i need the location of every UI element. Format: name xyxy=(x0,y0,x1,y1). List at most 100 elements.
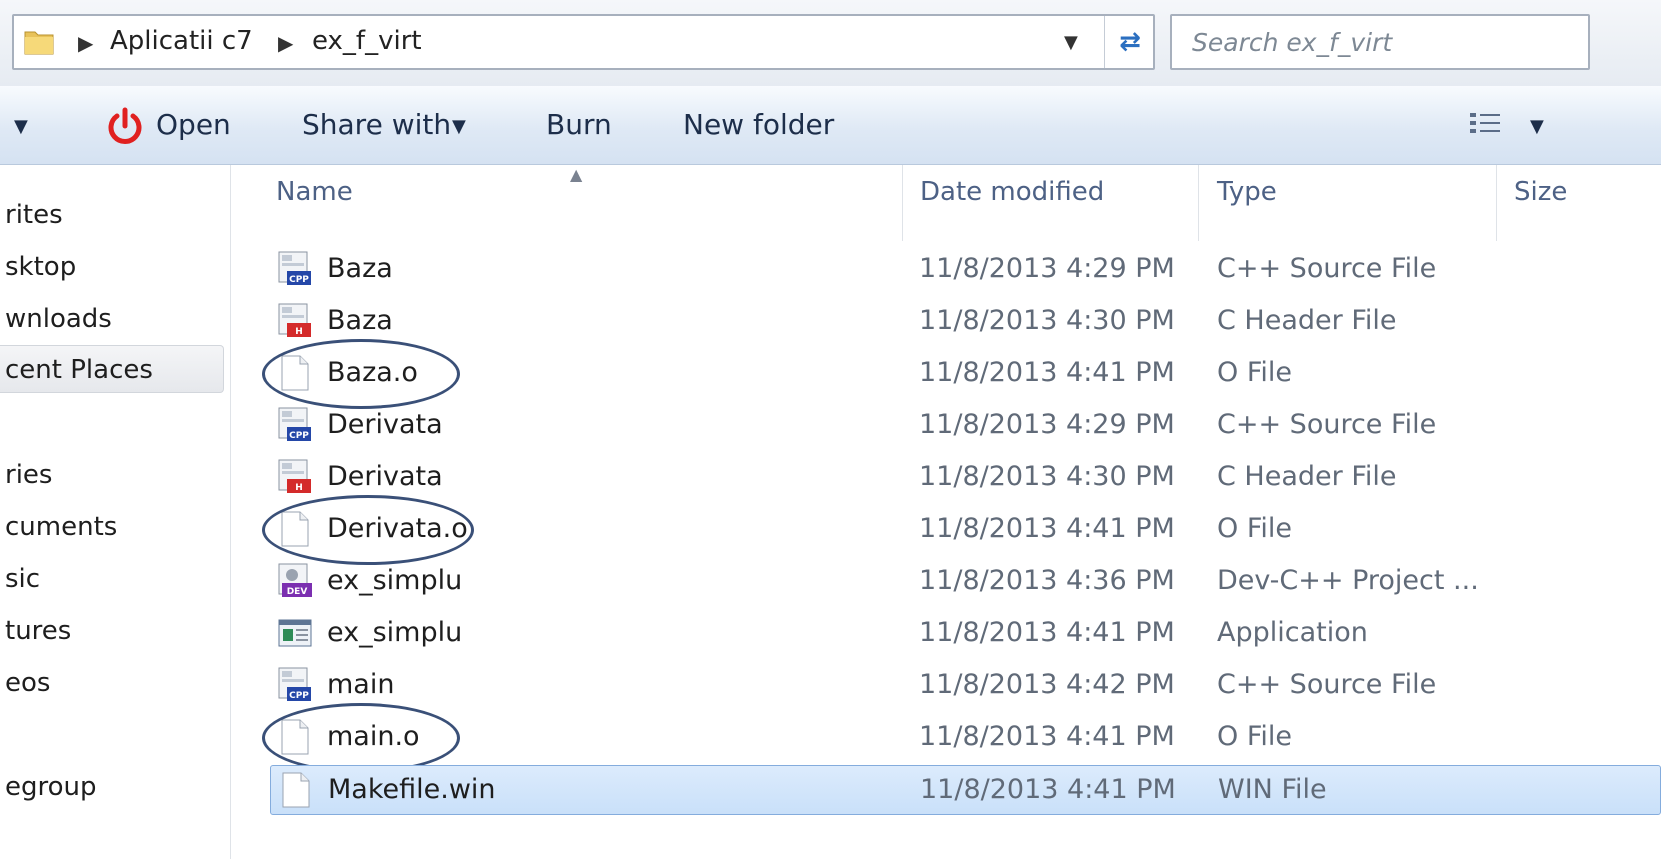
nav-item-label: sic xyxy=(5,564,41,594)
file-name[interactable]: main xyxy=(327,669,394,700)
file-type: Dev-C++ Project ... xyxy=(1217,565,1479,596)
column-header-type[interactable]: Type xyxy=(1217,177,1277,207)
file-type: O File xyxy=(1217,721,1293,752)
file-row[interactable]: Makefile.win 11/8/2013 4:41 PM WIN File xyxy=(270,765,1661,815)
file-date-modified: 11/8/2013 4:29 PM xyxy=(919,253,1175,284)
file-date-modified: 11/8/2013 4:41 PM xyxy=(919,357,1175,388)
column-header-date-modified[interactable]: Date modified xyxy=(920,177,1104,207)
view-details-icon[interactable] xyxy=(1468,110,1504,140)
power-icon xyxy=(108,107,142,144)
breadcrumb-arrow-icon[interactable]: ▶ xyxy=(278,31,293,55)
cpp-file-icon: CPP xyxy=(278,251,312,287)
nav-item-label: eos xyxy=(5,668,51,698)
cpp-file-icon: CPP xyxy=(278,407,312,443)
file-type: WIN File xyxy=(1218,774,1327,805)
nav-item-downloads[interactable]: wnloads xyxy=(0,295,224,343)
share-with-dropdown-icon[interactable]: ▼ xyxy=(452,116,466,137)
file-date-modified: 11/8/2013 4:41 PM xyxy=(919,513,1175,544)
file-name[interactable]: Derivata xyxy=(327,461,443,492)
file-row[interactable]: ex_simplu 11/8/2013 4:41 PM Application xyxy=(270,609,1661,659)
open-button[interactable]: Open xyxy=(156,108,231,141)
file-type: O File xyxy=(1217,357,1293,388)
address-bar-area: ▶ Aplicatii c7 ▶ ex_f_virt ▼ ⇄ Search ex… xyxy=(0,0,1661,86)
file-name[interactable]: ex_simplu xyxy=(327,617,462,648)
nav-item-recent-places[interactable]: cent Places xyxy=(0,345,224,393)
address-bar[interactable]: ▶ Aplicatii c7 ▶ ex_f_virt ▼ ⇄ xyxy=(12,14,1155,70)
file-name[interactable]: main.o xyxy=(327,721,420,752)
file-date-modified: 11/8/2013 4:41 PM xyxy=(919,721,1175,752)
file-date-modified: 11/8/2013 4:30 PM xyxy=(919,305,1175,336)
breadcrumb-ex-f-virt[interactable]: ex_f_virt xyxy=(312,26,422,56)
column-divider[interactable] xyxy=(1198,165,1199,241)
file-name[interactable]: Derivata xyxy=(327,409,443,440)
navigation-pane: rites sktop wnloads cent Places ries cum… xyxy=(0,165,231,859)
burn-button[interactable]: Burn xyxy=(546,108,612,141)
blank-file-icon xyxy=(278,511,312,547)
nav-item-label: sktop xyxy=(5,252,77,282)
share-with-button[interactable]: Share with xyxy=(302,108,451,141)
file-type: C Header File xyxy=(1217,461,1397,492)
file-name[interactable]: Baza.o xyxy=(327,357,418,388)
nav-item-label: cuments xyxy=(5,512,118,542)
file-name[interactable]: Baza xyxy=(327,253,393,284)
file-row[interactable]: Baza.o 11/8/2013 4:41 PM O File xyxy=(270,349,1661,399)
nav-item-favorites[interactable]: rites xyxy=(0,191,224,239)
svg-text:CPP: CPP xyxy=(289,275,309,285)
nav-item-pictures[interactable]: tures xyxy=(0,607,224,655)
nav-item-music[interactable]: sic xyxy=(0,555,224,603)
blank-file-icon xyxy=(278,719,312,755)
application-icon xyxy=(278,615,312,651)
file-date-modified: 11/8/2013 4:29 PM xyxy=(919,409,1175,440)
breadcrumb-arrow-icon[interactable]: ▶ xyxy=(78,31,93,55)
address-dropdown-icon[interactable]: ▼ xyxy=(1064,32,1078,53)
file-type: C++ Source File xyxy=(1217,253,1437,284)
header-file-icon: H xyxy=(278,303,312,339)
nav-item-desktop[interactable]: sktop xyxy=(0,243,224,291)
blank-file-icon xyxy=(279,772,313,808)
column-header-size[interactable]: Size xyxy=(1514,177,1567,207)
file-row[interactable]: H Derivata 11/8/2013 4:30 PM C Header File xyxy=(270,453,1661,503)
file-row[interactable]: Derivata.o 11/8/2013 4:41 PM O File xyxy=(270,505,1661,555)
file-name[interactable]: ex_simplu xyxy=(327,565,462,596)
file-type: O File xyxy=(1217,513,1293,544)
command-bar: ▼ Open Share with ▼ Burn New folder ▼ xyxy=(0,86,1661,165)
folder-icon xyxy=(24,31,54,55)
column-header-name[interactable]: Name xyxy=(276,177,353,207)
column-divider[interactable] xyxy=(1496,165,1497,241)
file-date-modified: 11/8/2013 4:41 PM xyxy=(920,774,1176,805)
svg-text:H: H xyxy=(295,327,303,337)
file-type: C Header File xyxy=(1217,305,1397,336)
nav-item-label: rites xyxy=(5,200,63,230)
organize-dropdown-icon[interactable]: ▼ xyxy=(14,116,28,137)
file-name[interactable]: Baza xyxy=(327,305,393,336)
file-row[interactable]: main.o 11/8/2013 4:41 PM O File xyxy=(270,713,1661,763)
file-name[interactable]: Derivata.o xyxy=(327,513,468,544)
file-row[interactable]: H Baza 11/8/2013 4:30 PM C Header File xyxy=(270,297,1661,347)
nav-item-libraries[interactable]: ries xyxy=(0,451,224,499)
svg-text:DEV: DEV xyxy=(287,587,308,597)
file-row[interactable]: CPP main 11/8/2013 4:42 PM C++ Source File xyxy=(270,661,1661,711)
header-file-icon: H xyxy=(278,459,312,495)
svg-text:CPP: CPP xyxy=(289,431,309,441)
view-dropdown-icon[interactable]: ▼ xyxy=(1530,116,1544,137)
file-date-modified: 11/8/2013 4:41 PM xyxy=(919,617,1175,648)
sort-ascending-icon: ▲ xyxy=(570,165,583,184)
svg-text:CPP: CPP xyxy=(289,691,309,701)
new-folder-button[interactable]: New folder xyxy=(683,108,834,141)
file-row[interactable]: CPP Baza 11/8/2013 4:29 PM C++ Source File xyxy=(270,245,1661,295)
file-date-modified: 11/8/2013 4:42 PM xyxy=(919,669,1175,700)
file-name[interactable]: Makefile.win xyxy=(328,774,496,805)
blank-file-icon xyxy=(278,355,312,391)
column-divider[interactable] xyxy=(902,165,903,241)
search-box[interactable]: Search ex_f_virt xyxy=(1170,14,1590,70)
nav-item-documents[interactable]: cuments xyxy=(0,503,224,551)
file-row[interactable]: CPP Derivata 11/8/2013 4:29 PM C++ Source F… xyxy=(270,401,1661,451)
cpp-file-icon: CPP xyxy=(278,667,312,703)
nav-item-label: egroup xyxy=(5,772,97,802)
nav-item-homegroup[interactable]: egroup xyxy=(0,763,224,811)
file-row[interactable]: DEV ex_simplu 11/8/2013 4:36 PM Dev-C++ Pro… xyxy=(270,557,1661,607)
breadcrumb-aplicatii[interactable]: Aplicatii c7 xyxy=(110,26,253,56)
refresh-icon[interactable]: ⇄ xyxy=(1104,16,1155,68)
nav-item-videos[interactable]: eos xyxy=(0,659,224,707)
file-type: Application xyxy=(1217,617,1368,648)
